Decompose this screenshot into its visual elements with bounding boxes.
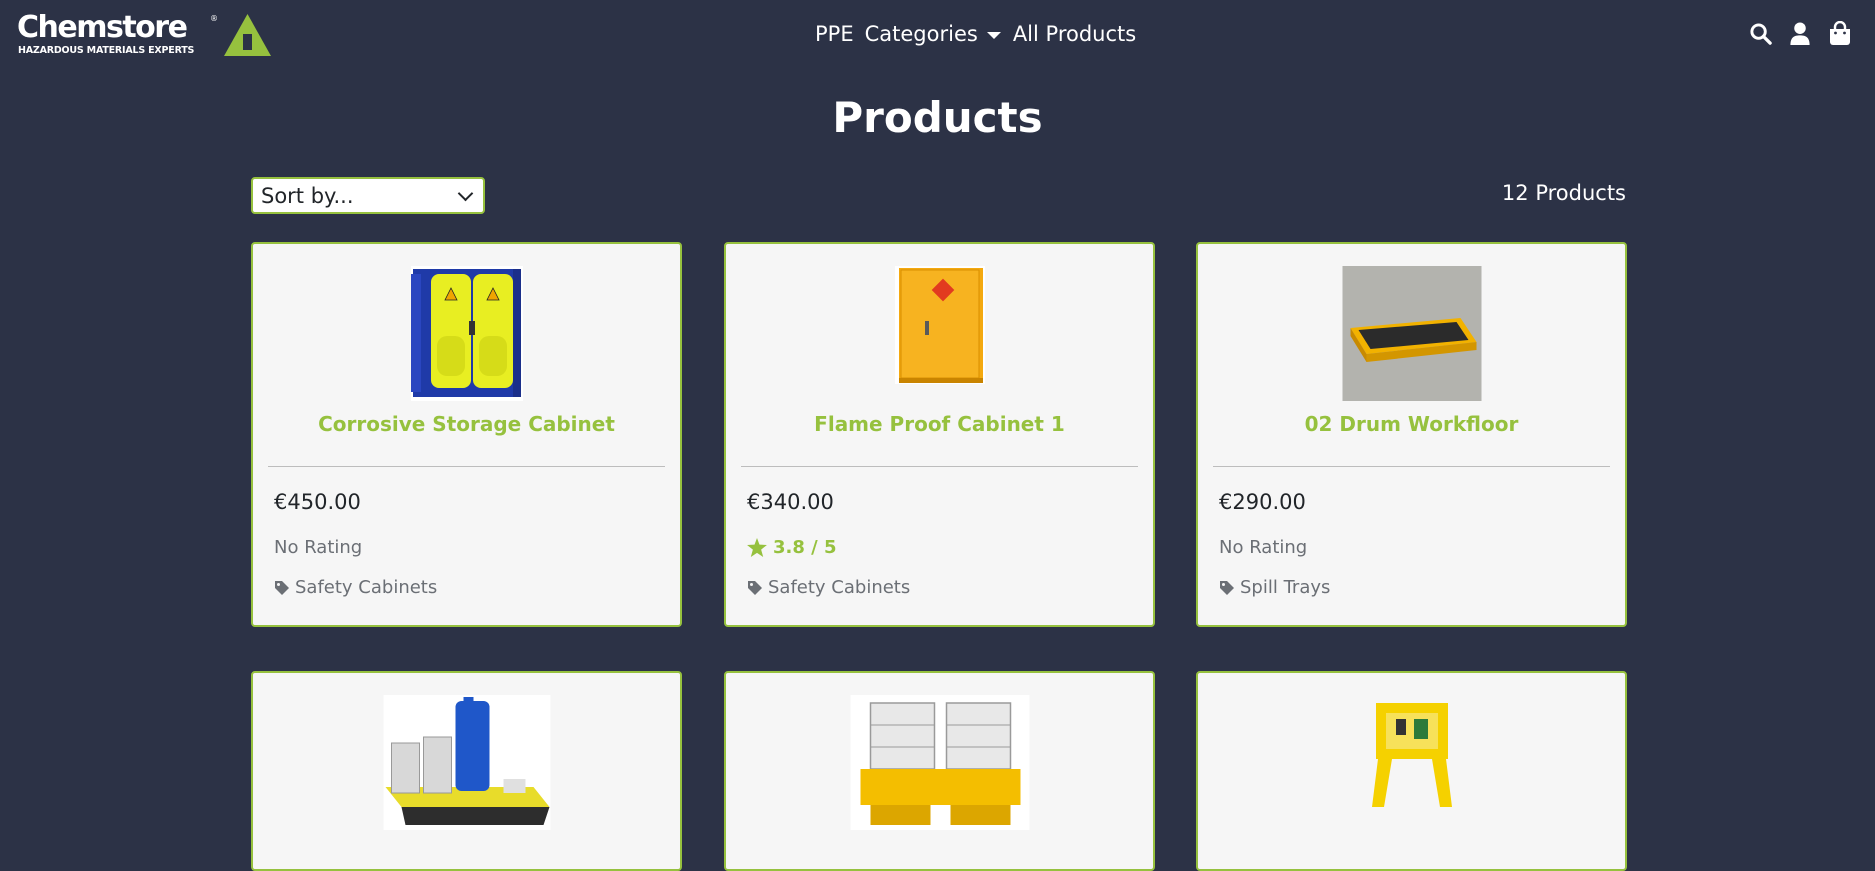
spill-station-image[interactable] xyxy=(1361,695,1462,815)
flame-proof-cabinet-image[interactable] xyxy=(894,266,985,384)
product-card[interactable]: Flame Proof Cabinet 1 €340.00 3.8 / 5 Sa… xyxy=(724,242,1155,627)
star-icon xyxy=(747,538,767,557)
logo-tagline: HAZARDOUS MATERIALS EXPERTS xyxy=(18,45,195,56)
product-category-label: Safety Cabinets xyxy=(768,577,911,598)
product-rating-text: No Rating xyxy=(1219,537,1308,558)
user-icon[interactable] xyxy=(1787,20,1813,46)
logo-wordmark: Chemstore xyxy=(17,10,188,45)
product-rating: No Rating xyxy=(274,537,362,558)
product-rating-text: 3.8 / 5 xyxy=(773,537,837,558)
card-divider xyxy=(741,466,1138,467)
sort-select[interactable]: Sort by... xyxy=(251,177,485,214)
logo-triangle-icon xyxy=(224,14,271,56)
ibc-spill-pallet-image[interactable] xyxy=(850,695,1029,830)
card-divider xyxy=(268,466,665,467)
nav-categories-dropdown[interactable]: Categories xyxy=(865,22,1001,46)
tag-icon xyxy=(274,580,290,596)
tag-icon xyxy=(747,580,763,596)
product-card[interactable]: Corrosive Storage Cabinet €450.00 No Rat… xyxy=(251,242,682,627)
product-category-label: Spill Trays xyxy=(1240,577,1331,598)
product-title[interactable]: Flame Proof Cabinet 1 xyxy=(726,412,1153,436)
site-header: Chemstore ® HAZARDOUS MATERIALS EXPERTS … xyxy=(0,0,1875,70)
spill-tray-with-cans-image[interactable] xyxy=(383,695,550,830)
product-card[interactable] xyxy=(1196,671,1627,871)
product-title[interactable]: 02 Drum Workfloor xyxy=(1198,412,1625,436)
drum-workfloor-image[interactable] xyxy=(1342,266,1481,401)
nav-all-products-link[interactable]: All Products xyxy=(1013,22,1136,46)
product-card[interactable]: 02 Drum Workfloor €290.00 No Rating Spil… xyxy=(1196,242,1627,627)
caret-down-icon xyxy=(986,31,1001,39)
product-category-label: Safety Cabinets xyxy=(295,577,438,598)
product-rating-text: No Rating xyxy=(274,537,363,558)
search-icon[interactable] xyxy=(1747,20,1773,46)
product-count: 12 Products xyxy=(1501,181,1626,205)
product-price: €450.00 xyxy=(274,490,361,514)
header-icons xyxy=(1747,20,1853,46)
nav-ppe-link[interactable]: PPE xyxy=(815,22,854,46)
main-nav: PPE Categories All Products xyxy=(815,19,1136,49)
shopping-bag-icon[interactable] xyxy=(1827,20,1853,46)
nav-categories-label: Categories xyxy=(864,22,978,46)
product-rating: No Rating xyxy=(1219,537,1307,558)
product-price: €340.00 xyxy=(747,490,834,514)
product-card[interactable] xyxy=(251,671,682,871)
product-category-link[interactable]: Safety Cabinets xyxy=(747,577,910,598)
logo-registered-mark: ® xyxy=(210,14,218,23)
product-category-link[interactable]: Safety Cabinets xyxy=(274,577,437,598)
page-title: Products xyxy=(832,93,1043,142)
product-card[interactable] xyxy=(724,671,1155,871)
chevron-down-icon xyxy=(457,185,474,201)
product-title[interactable]: Corrosive Storage Cabinet xyxy=(253,412,680,436)
tag-icon xyxy=(1219,580,1235,596)
product-rating: 3.8 / 5 xyxy=(747,537,837,558)
product-category-link[interactable]: Spill Trays xyxy=(1219,577,1330,598)
chemstore-logo[interactable]: Chemstore ® HAZARDOUS MATERIALS EXPERTS xyxy=(17,10,271,58)
product-price: €290.00 xyxy=(1219,490,1306,514)
corrosive-cabinet-image[interactable] xyxy=(410,266,523,401)
card-divider xyxy=(1213,466,1610,467)
sort-select-label: Sort by... xyxy=(261,183,354,208)
